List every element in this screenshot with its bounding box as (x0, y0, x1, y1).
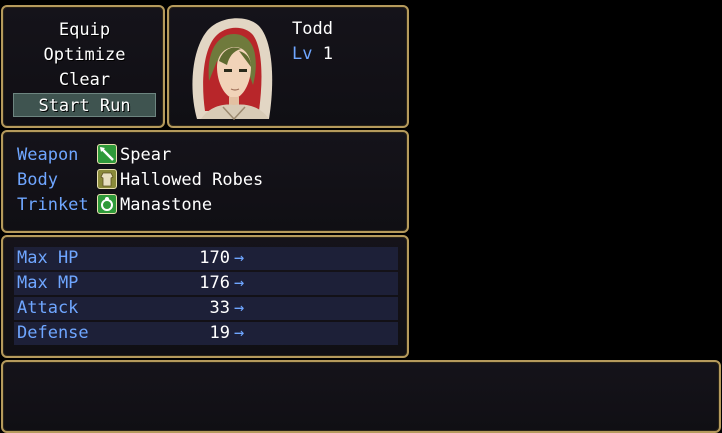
slot-item-name: Spear (120, 145, 172, 165)
start-run-command[interactable]: Start Run (13, 93, 156, 117)
stat-value: 176 (199, 273, 230, 293)
stat-label: Defense (17, 323, 89, 343)
actor-name: Todd (292, 19, 333, 39)
ring-icon (97, 194, 117, 214)
level-value: 1 (322, 44, 333, 64)
stat-value: 170 (199, 248, 230, 268)
stats-window: Max HP 170 → Max MP 176 → Attack 33 → De… (1, 235, 409, 358)
help-window (1, 360, 721, 433)
stat-row-attack: Attack 33 → (14, 297, 398, 320)
actor-portrait (192, 18, 273, 121)
stat-row-max-hp: Max HP 170 → (14, 247, 398, 270)
equipment-slot-window: Weapon Spear Body Hallowed Robes Trinket… (1, 130, 409, 233)
level-label: Lv (292, 44, 313, 64)
right-arrow-icon: → (234, 323, 245, 343)
robe-icon (97, 169, 117, 189)
slot-label: Body (17, 170, 58, 190)
stat-label: Max HP (17, 248, 79, 268)
command-window: Equip Optimize Clear Start Run (1, 5, 165, 128)
right-arrow-icon: → (234, 273, 245, 293)
slot-item-name: Hallowed Robes (120, 170, 264, 190)
optimize-command[interactable]: Optimize (13, 43, 156, 67)
stat-label: Max MP (17, 273, 79, 293)
right-arrow-icon: → (234, 298, 245, 318)
stat-value: 33 (209, 298, 230, 318)
equip-command[interactable]: Equip (13, 18, 156, 42)
right-arrow-icon: → (234, 248, 245, 268)
slot-label: Trinket (17, 195, 89, 215)
spear-icon (97, 144, 117, 164)
stat-value: 19 (209, 323, 230, 343)
actor-status-window: Todd Lv 1 (167, 5, 409, 128)
stat-row-max-mp: Max MP 176 → (14, 272, 398, 295)
stat-row-defense: Defense 19 → (14, 322, 398, 345)
clear-command[interactable]: Clear (13, 68, 156, 92)
stat-label: Attack (17, 298, 79, 318)
slot-item-name: Manastone (120, 195, 213, 215)
actor-level: Lv 1 (292, 44, 333, 64)
slot-label: Weapon (17, 145, 79, 165)
